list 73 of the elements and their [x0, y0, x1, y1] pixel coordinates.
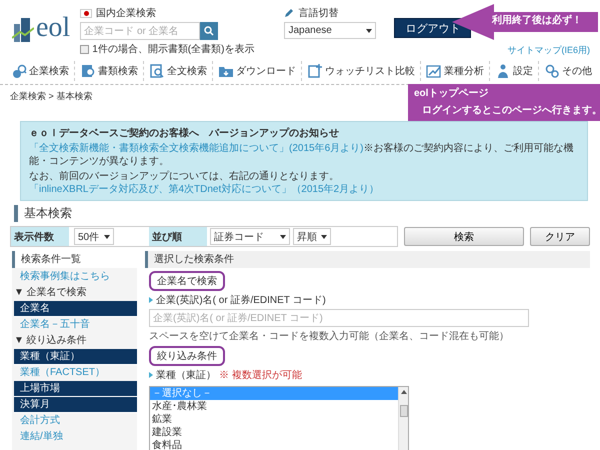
search-icon [204, 26, 214, 36]
checkbox-label: 1件の場合、開示書類(全書類)を表示 [92, 42, 254, 56]
breadcrumb: 企業検索 > 基本検索 [10, 90, 92, 103]
caret-icon [104, 234, 110, 238]
bullet-icon [149, 372, 153, 378]
nav-item[interactable]: 設定 [490, 61, 539, 81]
sidebar-item[interactable]: 業種（東証） [14, 349, 137, 365]
sort-label: 並び順 [149, 227, 207, 246]
sidebar-item[interactable]: 上場市場 [14, 381, 137, 397]
section-heading: 絞り込み条件 [149, 346, 225, 366]
document-plus-icon [307, 63, 323, 79]
nav-item[interactable]: 全文検索 [144, 61, 213, 81]
conditions-title: 選択した検索条件 [145, 251, 590, 268]
count-select[interactable]: 50件 [74, 228, 114, 245]
caret-icon [321, 234, 327, 238]
section-heading: 企業名で検索 [149, 271, 225, 291]
scroll-up-icon[interactable] [400, 389, 406, 395]
scroll-thumb[interactable] [400, 405, 408, 417]
clear-button[interactable]: クリア [530, 227, 590, 246]
nav-item[interactable]: 書類検索 [75, 61, 144, 81]
nav-item[interactable]: ダウンロード [213, 61, 302, 81]
search-scope-label: 国内企業検索 [96, 6, 156, 20]
nav-item[interactable]: ウォッチリスト比較 [302, 61, 421, 81]
page-title: 基本検索 [14, 205, 600, 222]
callout-text: ログインするとこのページへ行きます。 [421, 104, 600, 117]
company-name-field[interactable]: 企業(英訳)名( or 証券/EDINET コード) [149, 309, 529, 327]
checkbox[interactable] [80, 44, 90, 54]
line-chart-icon [426, 63, 442, 79]
field-label: 業種（東証） [156, 368, 216, 382]
sidebar-item[interactable]: 決算月 [14, 397, 137, 413]
list-option[interactable]: 建設業 [150, 426, 398, 439]
list-option[interactable]: 水産･農林業 [150, 400, 398, 413]
person-icon [495, 63, 511, 79]
industry-listbox[interactable]: －選択なし－ 水産･農林業 鉱業 建設業 食料品 [149, 386, 409, 450]
hint-text: スペースを空けて企業名・コードを複数入力可能（企業名、コード混在も可能） [149, 330, 510, 343]
note-text: ※ 複数選択が可能 [219, 368, 302, 382]
circles-icon [544, 63, 560, 79]
page-search-icon [149, 63, 165, 79]
logo-text: eol [36, 14, 70, 42]
sidebar-group[interactable]: ▼ 企業名で検索 [12, 285, 137, 301]
caret-icon [280, 234, 286, 238]
magnifier-icon [11, 63, 27, 79]
list-option[interactable]: 鉱業 [150, 413, 398, 426]
document-search-icon [80, 63, 96, 79]
pencil-icon [284, 8, 294, 18]
callout-text: 利用終了後は必ず！ [492, 14, 582, 27]
logout-button[interactable]: ログアウト [394, 18, 472, 38]
scrollbar[interactable] [398, 387, 408, 450]
nav-item[interactable]: 企業検索 [6, 61, 75, 81]
callout-text: eolトップページ [414, 86, 490, 100]
list-option[interactable]: 食料品 [150, 439, 398, 450]
sidebar-group[interactable]: ▼ 絞り込み条件 [12, 333, 137, 349]
flag-icon [80, 8, 92, 18]
nav-item[interactable]: 業種分析 [421, 61, 490, 81]
notice-text: 「全文検索新機能・書類検索全文検索機能追加について」(2015年6月より)※お客様のご契約内容により、ご利用可能な機能・コンテンツが異なります。 [29, 142, 574, 168]
sort-order-select[interactable]: 昇順 [293, 228, 331, 245]
language-select[interactable]: Japanese [284, 22, 376, 39]
sidebar-title: 検索条件一覧 [12, 251, 137, 268]
sort-key-select[interactable]: 証券コード [210, 228, 290, 245]
language-label: 言語切替 [298, 6, 338, 20]
field-label: 企業(英訳)名( or 証券/EDINET コード) [156, 294, 326, 307]
notice-text: なお、前回のバージョンアップについては、右記の通りとなります。 「inlineXBRLデータ対応及び、第4次TDnet対応について」（2015年2月より） [29, 170, 380, 196]
search-button[interactable] [200, 22, 218, 40]
building-logo-icon [12, 16, 34, 42]
caret-icon [366, 28, 372, 32]
company-search-field[interactable]: 企業コード or 企業名 [80, 22, 200, 40]
sidebar-item[interactable]: 企業名 [14, 301, 137, 317]
count-label: 表示件数 [11, 227, 69, 246]
sitemap-link[interactable]: サイトマップ(IE6用) [507, 44, 590, 57]
search-button[interactable]: 検索 [404, 227, 524, 246]
notice-title: ｅｏｌデータベースご契約のお客様へ バージョンアップのお知らせ [29, 126, 339, 140]
nav-item[interactable]: その他 [539, 61, 597, 81]
bullet-icon [149, 297, 153, 303]
